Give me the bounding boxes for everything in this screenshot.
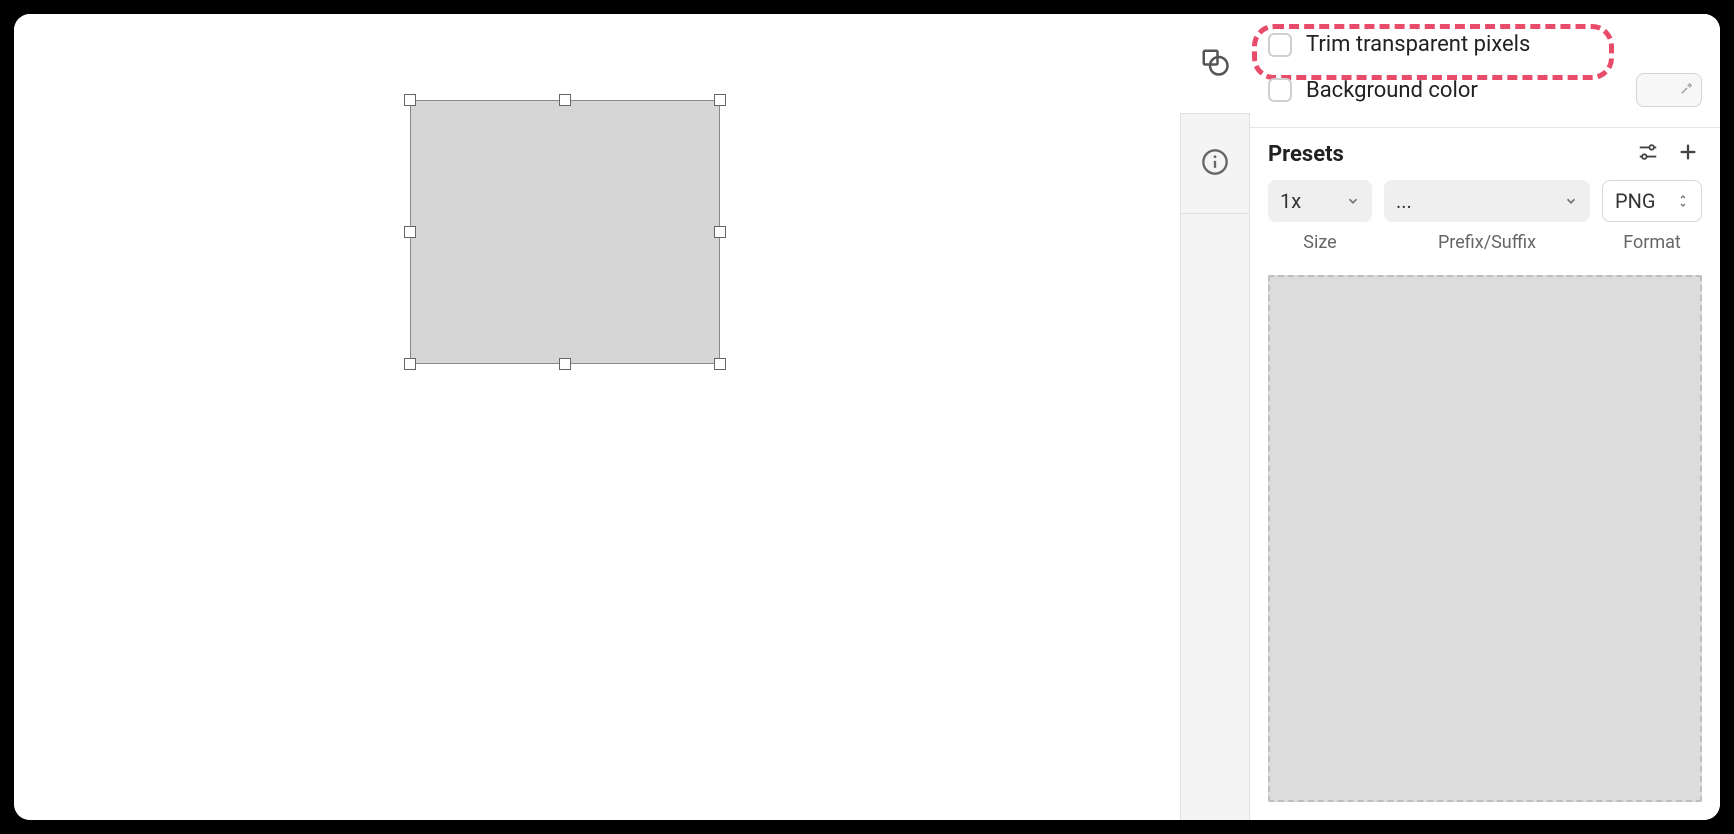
background-color-checkbox[interactable] xyxy=(1268,78,1292,102)
trim-transparent-checkbox[interactable] xyxy=(1268,33,1292,57)
inspector-panel: Trim transparent pixels Background color… xyxy=(1250,14,1720,820)
presets-header: Presets xyxy=(1250,132,1720,180)
resize-handle-top-left[interactable] xyxy=(404,94,416,106)
prefix-suffix-dropdown[interactable]: ... xyxy=(1384,180,1590,222)
inspector-tab-strip xyxy=(1180,14,1250,820)
export-preview xyxy=(1268,275,1702,802)
preset-row: 1x ... PNG xyxy=(1250,180,1720,228)
app-frame: Trim transparent pixels Background color… xyxy=(14,14,1720,820)
background-color-swatch[interactable] xyxy=(1636,73,1702,107)
chevron-down-icon xyxy=(1564,189,1578,213)
size-dropdown[interactable]: 1x xyxy=(1268,180,1372,222)
option-background-color-row: Background color xyxy=(1250,65,1720,115)
tab-export[interactable] xyxy=(1180,14,1250,114)
resize-handle-bottom-left[interactable] xyxy=(404,358,416,370)
option-trim-transparent-row: Trim transparent pixels xyxy=(1250,24,1720,65)
presets-title: Presets xyxy=(1268,142,1622,167)
selected-layer-rect[interactable] xyxy=(410,100,720,364)
info-icon xyxy=(1201,148,1229,180)
prefix-suffix-caption: Prefix/Suffix xyxy=(1384,232,1590,253)
shapes-overlap-icon xyxy=(1200,47,1230,81)
size-caption: Size xyxy=(1268,232,1372,253)
resize-handle-bottom-center[interactable] xyxy=(559,358,571,370)
format-dropdown-value: PNG xyxy=(1615,189,1677,213)
resize-handle-bottom-right[interactable] xyxy=(714,358,726,370)
trim-transparent-label: Trim transparent pixels xyxy=(1306,32,1530,57)
format-caption: Format xyxy=(1602,232,1702,253)
prefix-suffix-value: ... xyxy=(1396,189,1564,213)
presets-settings-button[interactable] xyxy=(1634,140,1662,168)
section-divider xyxy=(1250,127,1720,128)
size-dropdown-value: 1x xyxy=(1280,189,1346,213)
chevron-down-icon xyxy=(1346,189,1360,213)
background-color-label: Background color xyxy=(1306,78,1478,103)
add-preset-button[interactable] xyxy=(1674,140,1702,168)
resize-handle-middle-right[interactable] xyxy=(714,226,726,238)
canvas-area[interactable] xyxy=(14,14,1180,820)
sliders-icon xyxy=(1637,141,1659,167)
preset-captions: Size Prefix/Suffix Format xyxy=(1250,228,1720,267)
format-dropdown[interactable]: PNG xyxy=(1602,180,1702,222)
resize-handle-middle-left[interactable] xyxy=(404,226,416,238)
stepper-arrows-icon xyxy=(1677,193,1689,209)
resize-handle-top-center[interactable] xyxy=(559,94,571,106)
resize-handle-top-right[interactable] xyxy=(714,94,726,106)
tab-info[interactable] xyxy=(1180,114,1250,214)
plus-icon xyxy=(1677,141,1699,167)
eyedropper-icon xyxy=(1679,80,1695,100)
